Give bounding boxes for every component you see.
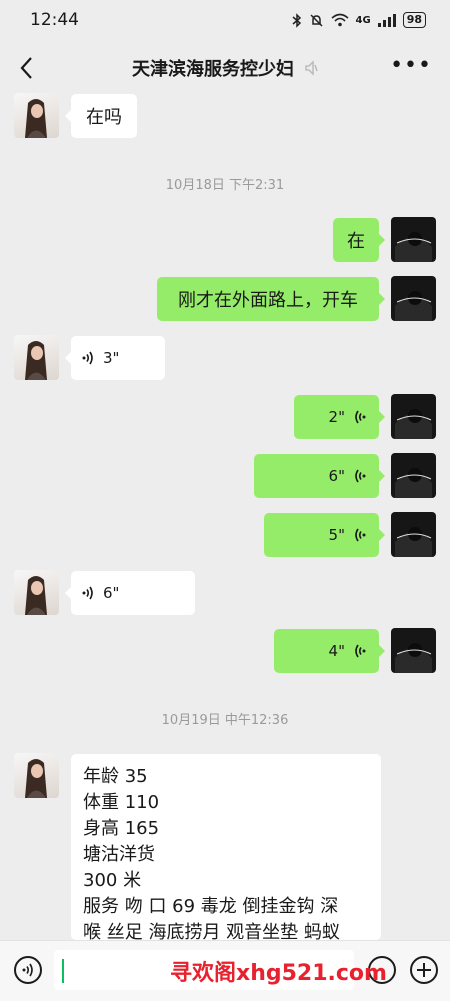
my-avatar[interactable] [391, 453, 436, 498]
voice-bubble[interactable]: 4" [274, 629, 385, 673]
voice-bubble[interactable]: 2" [294, 395, 385, 439]
do-not-disturb-icon [309, 13, 323, 27]
message-text: 在 [347, 231, 365, 252]
voice-duration: 6" [328, 467, 345, 485]
message-text: 在吗 [86, 107, 122, 128]
contact-avatar[interactable] [14, 335, 59, 380]
text-caret [62, 959, 64, 983]
wifi-icon [330, 13, 349, 27]
my-avatar[interactable] [391, 628, 436, 673]
contact-avatar[interactable] [14, 93, 59, 138]
bluetooth-icon [292, 12, 301, 28]
status-time: 12:44 [30, 10, 79, 30]
more-icon[interactable]: ••• [390, 55, 432, 77]
voice-wave-icon [355, 644, 366, 658]
message-bubble[interactable]: 在 [333, 218, 385, 262]
chat-title: 天津滨海服务控少妇 [132, 59, 294, 80]
signal-icon [377, 13, 396, 27]
voice-wave-icon [82, 351, 93, 365]
message-bubble[interactable]: 在吗 [65, 94, 137, 138]
chat-header: 天津滨海服务控少妇 ••• [0, 40, 450, 96]
my-avatar[interactable] [391, 512, 436, 557]
status-bar: 12:44 4G 98 [0, 0, 450, 40]
voice-icon[interactable] [14, 956, 42, 984]
message-text: 刚才在外面路上，开车 [178, 290, 358, 311]
watermark: 寻欢阁xhg521.com [170, 961, 387, 986]
mute-icon [305, 60, 318, 76]
voice-wave-icon [355, 469, 366, 483]
message-text: 年龄 35 体重 110 身高 165 塘沽洋货 300 米 服务 吻 口 69… [83, 766, 340, 940]
voice-wave-icon [355, 410, 366, 424]
message-bubble[interactable]: 刚才在外面路上，开车 [157, 277, 385, 321]
voice-bubble[interactable]: 6" [65, 571, 195, 615]
my-avatar[interactable] [391, 276, 436, 321]
status-icons: 4G 98 [292, 12, 426, 28]
voice-bubble[interactable]: 6" [254, 454, 385, 498]
voice-duration: 4" [328, 642, 345, 660]
my-avatar[interactable] [391, 217, 436, 262]
contact-avatar[interactable] [14, 753, 59, 798]
message-bubble[interactable]: 年龄 35 体重 110 身高 165 塘沽洋货 300 米 服务 吻 口 69… [71, 754, 381, 940]
network-type: 4G [355, 14, 371, 26]
voice-bubble[interactable]: 5" [264, 513, 385, 557]
voice-wave-icon [355, 528, 366, 542]
my-avatar[interactable] [391, 394, 436, 439]
voice-duration: 3" [103, 349, 120, 367]
back-arrow-icon[interactable] [16, 54, 40, 82]
voice-duration: 6" [103, 584, 120, 602]
voice-bubble[interactable]: 3" [65, 336, 165, 380]
voice-duration: 5" [328, 526, 345, 544]
add-icon[interactable] [410, 956, 438, 984]
voice-wave-icon [82, 586, 93, 600]
timestamp: 10月18日 下午2:31 [165, 178, 285, 193]
timestamp: 10月19日 中午12:36 [161, 713, 289, 728]
contact-avatar[interactable] [14, 570, 59, 615]
voice-duration: 2" [328, 408, 345, 426]
battery-icon: 98 [402, 12, 426, 28]
